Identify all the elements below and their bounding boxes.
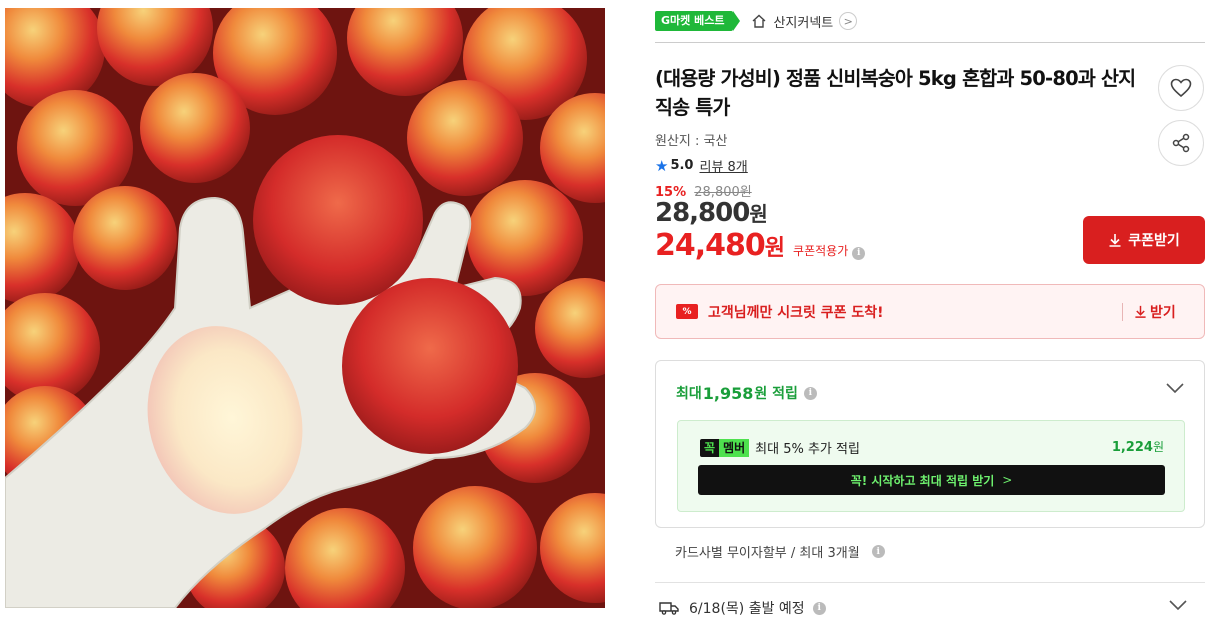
coupon-price: 24,480 원 쿠폰적용가 i — [655, 228, 866, 263]
divider — [1122, 303, 1123, 321]
chevron-down-icon[interactable] — [1168, 598, 1188, 612]
divider — [655, 42, 1205, 43]
membership-box: 꼭 멤버 최대 5% 추가 적립 1,224원 꼭! 시작하고 최대 적립 받기 … — [677, 420, 1185, 512]
membership-amount-value: 1,224 — [1111, 440, 1153, 455]
chevron-right-icon: > — [839, 12, 858, 30]
reward-summary: 최대 1,958 원 적립 i — [676, 383, 817, 403]
chevron-down-icon[interactable] — [1165, 381, 1185, 395]
chevron-right-icon: > — [1002, 473, 1013, 487]
reward-panel: 최대 1,958 원 적립 i 꼭 멤버 최대 5% 추가 적립 1,224원 꼭… — [655, 360, 1205, 528]
coupon-price-value: 24,480 — [655, 228, 766, 263]
sale-price-value: 28,800 — [655, 198, 750, 228]
product-title: (대용량 가성비) 정품 신비복숭아 5kg 혼합과 50-80과 산지직송 특… — [655, 67, 1136, 119]
review-link[interactable]: 리뷰 8개 — [699, 156, 747, 175]
product-image — [5, 8, 605, 608]
sale-price-unit: 원 — [749, 202, 767, 226]
membership-text: 최대 5% 추가 적립 — [755, 442, 860, 457]
download-icon — [1135, 305, 1146, 318]
info-icon[interactable]: i — [852, 246, 866, 260]
share-button[interactable] — [1158, 120, 1204, 166]
get-coupon-label: 쿠폰받기 — [1128, 233, 1180, 249]
delivery-info: 6/18(목) 출발 예정 i — [659, 598, 826, 618]
info-icon[interactable]: i — [871, 545, 885, 558]
membership-amount: 1,224원 — [1112, 438, 1164, 455]
rating-score: 5.0 — [670, 158, 694, 173]
get-coupon-button[interactable]: 쿠폰받기 — [1083, 216, 1205, 264]
reward-prefix: 최대 — [676, 386, 702, 402]
seller-link[interactable]: 산지커넥트 > — [751, 12, 858, 31]
rating-row: ★ 5.0 리뷰 8개 — [655, 156, 748, 176]
nectarine-illustration — [5, 8, 605, 608]
gmarket-best-badge[interactable]: G마켓 베스트 — [655, 11, 741, 31]
membership-logo: 꼭 멤버 — [700, 438, 750, 457]
star-icon: ★ — [655, 156, 669, 175]
home-icon — [752, 14, 766, 28]
installment-text: 카드사별 무이자할부 / 최대 3개월 — [675, 546, 860, 561]
info-icon[interactable]: i — [812, 601, 826, 615]
secret-coupon-get-label: 받기 — [1150, 305, 1176, 321]
info-icon[interactable]: i — [803, 386, 817, 400]
secret-coupon-get[interactable]: 받기 — [1134, 302, 1176, 322]
divider — [655, 582, 1205, 583]
sale-price: 28,800원 — [655, 198, 768, 228]
secret-coupon-banner[interactable]: % 고객님께만 시크릿 쿠폰 도착! 받기 — [655, 284, 1205, 339]
share-icon — [1172, 133, 1190, 153]
delivery-text: 6/18(목) 출발 예정 — [689, 601, 805, 617]
heart-icon — [1170, 78, 1192, 98]
reward-amount: 1,958 — [702, 383, 754, 403]
membership-cta-button[interactable]: 꼭! 시작하고 최대 적립 받기 > — [698, 465, 1165, 495]
like-button[interactable] — [1158, 65, 1204, 111]
secret-coupon-message: 고객님께만 시크릿 쿠폰 도착! — [708, 304, 884, 321]
membership-logo-k: 꼭 — [700, 438, 720, 457]
origin-text: 원산지 : 국산 — [655, 134, 728, 149]
membership-amount-unit: 원 — [1152, 440, 1164, 454]
top-bar: G마켓 베스트 산지커넥트 > — [655, 10, 858, 32]
membership-row: 꼭 멤버 최대 5% 추가 적립 — [700, 438, 860, 457]
coupon-ticket-icon: % — [676, 304, 698, 319]
membership-cta-label: 꼭! 시작하고 최대 적립 받기 — [850, 473, 995, 488]
download-icon — [1109, 234, 1121, 247]
coupon-price-unit: 원 — [764, 236, 786, 261]
membership-logo-m: 멤버 — [719, 438, 750, 457]
coupon-price-note: 쿠폰적용가 — [793, 244, 849, 258]
seller-name: 산지커넥트 — [773, 15, 834, 31]
truck-icon — [659, 602, 679, 615]
installment-info: 카드사별 무이자할부 / 최대 3개월 i — [675, 542, 885, 561]
reward-suffix: 원 적립 — [754, 386, 798, 402]
